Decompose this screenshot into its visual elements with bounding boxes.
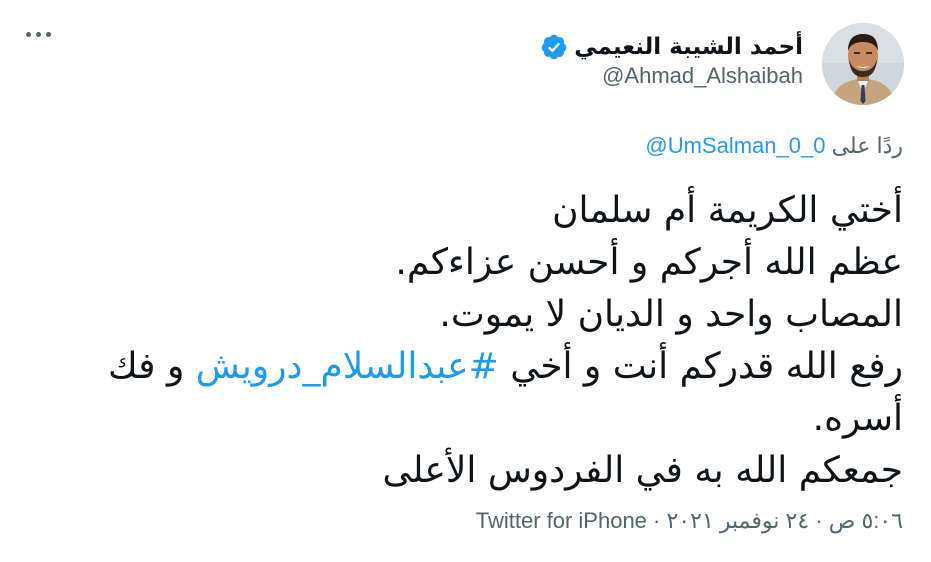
tweet-text: أختي الكريمة أم سلمان عظم الله أجركم و أ… <box>58 185 903 497</box>
dot-icon <box>26 32 31 37</box>
tweet-time[interactable]: ٥:٠٦ ص <box>829 508 903 533</box>
tweet-card: أحمد الشيبة النعيمي @Ahmad_Alshaibah ردً… <box>0 0 931 562</box>
reply-mention-link[interactable]: @UmSalman_0_0 <box>645 133 825 158</box>
tweet-line: جمعكم الله به في الفردوس الأعلى <box>382 450 903 491</box>
tweet-line: عظم الله أجركم و أحسن عزاءكم. <box>395 242 903 283</box>
hashtag-link[interactable]: #عبدالسلام_درويش <box>196 346 499 387</box>
avatar-photo <box>822 23 904 105</box>
author-name-row[interactable]: أحمد الشيبة النعيمي <box>540 31 803 63</box>
dot-icon <box>46 32 51 37</box>
tweet-line: أختي الكريمة أم سلمان <box>552 190 903 231</box>
tweet-metadata: ٥:٠٦ ص · ٢٤ نوفمبر ٢٠٢١ · Twitter for iP… <box>476 508 903 534</box>
meta-separator: · <box>815 508 823 533</box>
author-display-name[interactable]: أحمد الشيبة النعيمي <box>574 34 803 60</box>
dot-icon <box>36 32 41 37</box>
reply-context: ردًا على @UmSalman_0_0 <box>645 133 903 159</box>
reply-prefix: ردًا على <box>831 133 903 158</box>
tweet-date[interactable]: ٢٤ نوفمبر ٢٠٢١ <box>667 508 810 533</box>
meta-separator: · <box>653 508 661 533</box>
more-options-button[interactable] <box>26 32 51 37</box>
tweet-source[interactable]: Twitter for iPhone <box>476 508 647 533</box>
avatar[interactable] <box>822 23 904 105</box>
tweet-line: المصاب واحد و الديان لا يموت. <box>439 294 903 335</box>
author-handle[interactable]: @Ahmad_Alshaibah <box>602 63 803 89</box>
tweet-line-with-hashtag: رفع الله قدركم أنت و أخي #عبدالسلام_دروي… <box>108 346 903 439</box>
tweet-text-segment: رفع الله قدركم أنت و أخي <box>498 346 903 387</box>
verified-badge-icon <box>541 34 567 60</box>
